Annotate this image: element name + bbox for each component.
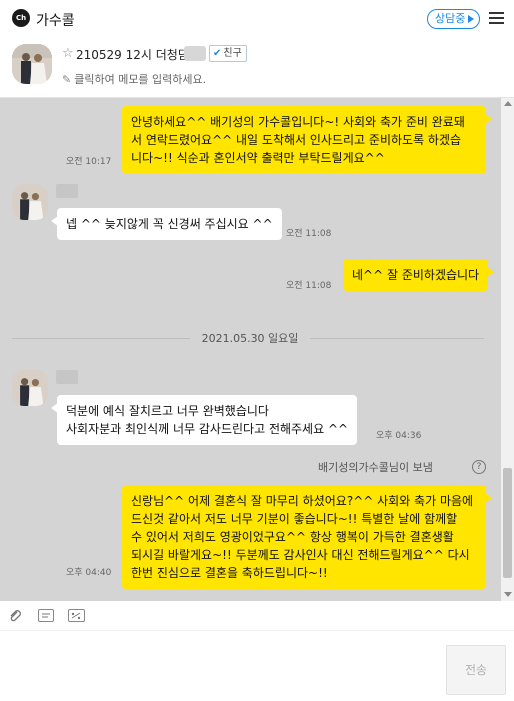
message-line: 넵 ^^ 늦지않게 꼭 신경써 주십시요 ^^ bbox=[66, 217, 273, 231]
message-bubble-sent[interactable]: 네^^ 잘 준비하겠습니다 bbox=[343, 259, 495, 291]
scroll-down-icon[interactable] bbox=[504, 592, 512, 597]
sent-by-label: 배기성의가수콜님이 보냄 bbox=[318, 461, 433, 474]
paperclip-icon[interactable] bbox=[8, 609, 22, 622]
message-line: 드신것 같아서 저도 너무 기분이 좋습니다~!! 특별한 날에 함께할 bbox=[131, 512, 458, 526]
play-icon bbox=[468, 15, 474, 23]
message-bubble-sent[interactable]: 안녕하세요^^ 배기성의 가수콜입니다~! 사회와 축가 준비 완료돼 서 연락… bbox=[122, 106, 492, 174]
message-line: 사회자분과 최인식께 너무 감사드린다고 전해주세요 ^^ bbox=[66, 422, 349, 436]
scrollbar-thumb[interactable] bbox=[503, 468, 512, 578]
message-line: 되시길 바랄게요~!! 두분께도 감사인사 대신 전해드릴게요^^ 다시 bbox=[131, 548, 470, 562]
chat-area: 안녕하세요^^ 배기성의 가수콜입니다~! 사회와 축가 준비 완료돼 서 연락… bbox=[0, 98, 501, 601]
status-button[interactable]: 상담중 bbox=[427, 9, 480, 29]
hamburger-icon[interactable] bbox=[489, 12, 504, 24]
sender-avatar[interactable] bbox=[12, 184, 48, 220]
memo-placeholder: 클릭하여 메모를 입력하세요. bbox=[74, 73, 207, 86]
scroll-up-icon[interactable] bbox=[504, 101, 512, 106]
memo-field[interactable]: ✎ 클릭하여 메모를 입력하세요. bbox=[62, 71, 206, 87]
friend-badge: ✔ 친구 bbox=[209, 45, 247, 62]
message-line: 신랑님^^ 어제 결혼식 잘 마무리 하셨어요?^^ 사회와 축가 마음에 bbox=[131, 494, 474, 508]
message-line: 한번 진심으로 결혼을 축하드립니다~!! bbox=[131, 566, 328, 580]
message-time: 오후 04:40 bbox=[66, 568, 112, 578]
profile-name: 210529 12시 더청담 bbox=[76, 48, 189, 62]
check-icon: ✔ bbox=[213, 48, 222, 59]
input-toolbar bbox=[0, 601, 514, 631]
message-time: 오전 11:08 bbox=[286, 281, 332, 291]
message-line: 안녕하세요^^ 배기성의 가수콜입니다~! 사회와 축가 준비 완료돼 bbox=[131, 115, 465, 129]
avatar[interactable] bbox=[12, 44, 52, 84]
message-input[interactable]: 전송 bbox=[0, 631, 514, 701]
profile-header: ☆ 210529 12시 더청담 ✔ 친구 ✎ 클릭하여 메모를 입력하세요. bbox=[0, 38, 514, 98]
help-icon[interactable]: ? bbox=[472, 460, 486, 474]
friend-badge-label: 친구 bbox=[223, 48, 242, 59]
message-line: 네^^ 잘 준비하겠습니다 bbox=[352, 268, 480, 282]
date-divider: 2021.05.30 일요일 bbox=[190, 330, 310, 346]
chat-scrollbar[interactable] bbox=[501, 98, 514, 601]
send-button[interactable]: 전송 bbox=[446, 645, 506, 695]
top-bar: Ch 가수콜 상담중 bbox=[0, 0, 514, 38]
app-title: 가수콜 bbox=[36, 13, 75, 29]
channel-logo-icon: Ch bbox=[12, 9, 30, 27]
emoticon-icon[interactable] bbox=[38, 609, 54, 622]
message-line: 수 있어서 저희도 영광이었구요^^ 항상 행복이 가득한 결혼생활 bbox=[131, 530, 454, 544]
message-time: 오후 04:36 bbox=[376, 431, 422, 441]
sender-name bbox=[56, 370, 78, 384]
sender-avatar[interactable] bbox=[12, 370, 48, 406]
message-line: 니다~!! 식순과 혼인서약 출력만 부탁드릴게요^^ bbox=[131, 151, 385, 165]
message-line: 서 연락드렸어요^^ 내일 도착해서 인사드리고 준비하도록 하겠습 bbox=[131, 133, 462, 147]
sender-name bbox=[56, 184, 78, 198]
message-line: 덕분에 예식 잘치르고 너무 완벽했습니다 bbox=[66, 404, 269, 418]
favorite-star-icon[interactable]: ☆ bbox=[62, 46, 74, 61]
message-time: 오전 10:17 bbox=[66, 157, 112, 167]
message-bubble-received[interactable]: 덕분에 예식 잘치르고 너무 완벽했습니다 사회자분과 최인식께 너무 감사드린… bbox=[50, 395, 358, 445]
capture-icon[interactable] bbox=[68, 609, 85, 622]
status-label: 상담중 bbox=[435, 12, 466, 25]
message-bubble-received[interactable]: 넵 ^^ 늦지않게 꼭 신경써 주십시요 ^^ bbox=[51, 208, 282, 240]
message-time: 오전 11:08 bbox=[286, 229, 332, 239]
message-bubble-sent[interactable]: 신랑님^^ 어제 결혼식 잘 마무리 하셨어요?^^ 사회와 축가 마음에 드신… bbox=[122, 485, 492, 589]
blurred-name bbox=[184, 46, 206, 61]
pencil-icon: ✎ bbox=[62, 73, 72, 86]
